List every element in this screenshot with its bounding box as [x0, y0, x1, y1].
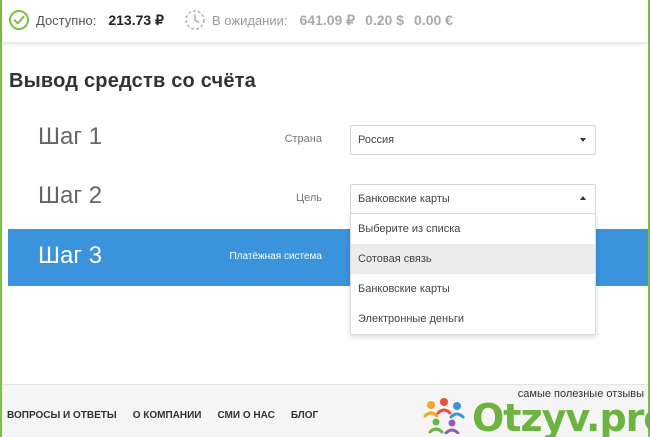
footer-link-about[interactable]: О КОМПАНИИ: [133, 410, 202, 421]
check-circle-icon: [9, 10, 29, 30]
dropdown-option[interactable]: Банковские карты: [351, 274, 595, 304]
page-title: Вывод средств со счёта: [9, 70, 256, 92]
pending-eur: 0.00 €: [414, 12, 453, 28]
pending-usd: 0.20 $: [365, 12, 405, 28]
watermark-logo: Otzyv.pro: [472, 396, 650, 437]
payment-system-label: Платёжная система: [229, 251, 322, 262]
watermark: самые полезные отзывы Otzyv.pro: [420, 386, 650, 437]
available-balance: Доступно: 213.73 ₽: [8, 9, 164, 31]
purpose-select[interactable]: Банковские карты: [350, 184, 596, 214]
purpose-label: Цель: [295, 192, 322, 204]
people-logo-icon: [423, 398, 465, 434]
chevron-down-icon: [580, 138, 586, 142]
footer-link-blog[interactable]: БЛОГ: [291, 410, 318, 421]
country-select[interactable]: Россия: [350, 125, 596, 155]
pending-rub: 641.09 ₽: [299, 11, 356, 28]
step-label-1: Шаг 1: [38, 123, 103, 150]
pending-label: В ожидании:: [212, 12, 288, 28]
dropdown-option[interactable]: Сотовая связь: [351, 244, 595, 274]
clock-icon: [185, 10, 205, 30]
dropdown-option[interactable]: Выберите из списка: [351, 214, 595, 244]
country-label: Страна: [284, 133, 322, 145]
available-label: Доступно:: [36, 12, 97, 28]
chevron-up-icon: [580, 196, 586, 200]
balance-bar: Доступно: 213.73 ₽ В ожидании: 641.09 ₽ …: [2, 0, 648, 42]
footer-link-press[interactable]: СМИ О НАС: [217, 410, 274, 421]
pending-balance: В ожидании: 641.09 ₽ 0.20 $ 0.00 €: [184, 9, 453, 31]
page: Доступно: 213.73 ₽ В ожидании: 641.09 ₽ …: [0, 0, 650, 437]
dropdown-option[interactable]: Электронные деньги: [351, 304, 595, 334]
step-row-1: Шаг 1 Страна Россия: [8, 110, 648, 167]
footer-links: ВОПРОСЫ И ОТВЕТЫ О КОМПАНИИ СМИ О НАС БЛ…: [7, 410, 334, 421]
footer-link-faq[interactable]: ВОПРОСЫ И ОТВЕТЫ: [7, 410, 117, 421]
step-label-2: Шаг 2: [38, 182, 103, 209]
purpose-select-value: Банковские карты: [358, 193, 450, 205]
country-select-value: Россия: [358, 134, 395, 146]
available-amount: 213.73 ₽: [108, 11, 164, 28]
purpose-dropdown: Выберите из списка Сотовая связь Банковс…: [350, 213, 596, 335]
step-label-3: Шаг 3: [38, 242, 103, 269]
